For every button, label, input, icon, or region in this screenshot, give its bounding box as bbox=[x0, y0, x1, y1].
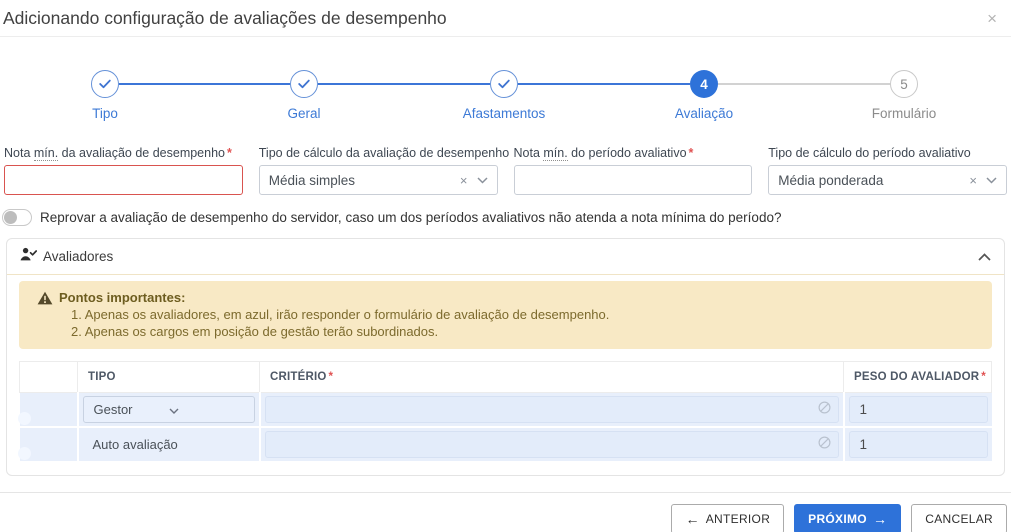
table-row-auto-avaliacao: Auto avaliação 1 bbox=[17, 427, 992, 463]
disabled-icon bbox=[817, 400, 831, 419]
check-circle-icon bbox=[490, 70, 518, 98]
chevron-down-icon[interactable] bbox=[169, 402, 244, 417]
step-avaliacao[interactable]: 4 Avaliação bbox=[619, 70, 789, 121]
table-row-gestor: Gestor 1 bbox=[17, 392, 992, 428]
criterio-input-disabled bbox=[264, 396, 839, 423]
step-label: Tipo bbox=[92, 106, 118, 121]
panel-title: Avaliadores bbox=[43, 249, 114, 264]
criterio-input-disabled bbox=[264, 431, 839, 458]
alert-item: 2. Apenas os cargos em posição de gestão… bbox=[71, 324, 439, 339]
check-circle-icon bbox=[91, 70, 119, 98]
required-asterisk: * bbox=[688, 146, 694, 160]
avaliadores-panel: Avaliadores Pontos importantes: 1. Apena… bbox=[6, 238, 1005, 476]
field-label: Nota mín. do período avaliativo * bbox=[513, 146, 694, 161]
required-asterisk: * bbox=[981, 371, 986, 383]
reprovar-toggle-label: Reprovar a avaliação de desempenho do se… bbox=[40, 210, 782, 225]
field-nota-min-avaliacao: Nota mín. da avaliação de desempenho * bbox=[4, 146, 243, 195]
step-label: Geral bbox=[287, 106, 321, 121]
select-value: Média simples bbox=[268, 172, 356, 188]
step-tipo[interactable]: Tipo bbox=[20, 70, 190, 121]
field-tipo-calculo-periodo: Tipo de cálculo do período avaliativo Mé… bbox=[768, 146, 1007, 195]
modal-header: Adicionando configuração de avaliações d… bbox=[0, 0, 1011, 37]
field-label: Tipo de cálculo da avaliação de desempen… bbox=[258, 146, 510, 160]
header-toggle-column bbox=[19, 361, 78, 393]
avaliadores-panel-header[interactable]: Avaliadores bbox=[7, 239, 1004, 275]
step-geral[interactable]: Geral bbox=[219, 70, 389, 121]
field-nota-min-periodo: Nota mín. do período avaliativo * bbox=[513, 146, 753, 195]
table-header-row: TIPO CRITÉRIO * PESO DO AVALIADOR * bbox=[19, 361, 992, 393]
step-label: Avaliação bbox=[674, 106, 734, 121]
field-tipo-calculo-avaliacao: Tipo de cálculo da avaliação de desempen… bbox=[258, 146, 510, 195]
tipo-avaliador-select[interactable]: Gestor bbox=[82, 396, 255, 423]
cancelar-button[interactable]: CANCELAR bbox=[911, 504, 1007, 532]
check-circle-icon bbox=[290, 70, 318, 98]
tipo-calculo-avaliacao-select[interactable]: Média simples × bbox=[258, 165, 498, 195]
important-points-alert: Pontos importantes: 1. Apenas os avaliad… bbox=[19, 281, 992, 349]
header-peso: PESO DO AVALIADOR * bbox=[843, 361, 992, 393]
user-check-icon bbox=[20, 247, 38, 266]
field-label: Nota mín. da avaliação de desempenho * bbox=[4, 146, 232, 161]
chevron-down-icon[interactable] bbox=[986, 171, 997, 189]
toggle-knob bbox=[17, 446, 31, 460]
step-number: 5 bbox=[890, 70, 918, 98]
nota-min-periodo-input[interactable] bbox=[513, 165, 753, 195]
step-number: 4 bbox=[690, 70, 718, 98]
clear-icon[interactable]: × bbox=[460, 174, 468, 187]
disabled-icon bbox=[817, 435, 831, 454]
step-afastamentos[interactable]: Afastamentos bbox=[419, 70, 589, 121]
page-title: Adicionando configuração de avaliações d… bbox=[3, 8, 447, 28]
step-formulario[interactable]: 5 Formulário bbox=[819, 70, 989, 121]
close-icon[interactable]: × bbox=[987, 10, 997, 27]
step-label: Afastamentos bbox=[462, 106, 546, 121]
proximo-button[interactable]: PRÓXIMO → bbox=[794, 504, 902, 532]
arrow-left-icon: ← bbox=[685, 511, 700, 527]
peso-avaliador-input[interactable]: 1 bbox=[848, 396, 988, 423]
toggle-knob bbox=[4, 211, 17, 224]
field-label: Tipo de cálculo do período avaliativo bbox=[768, 146, 971, 160]
warning-icon bbox=[37, 291, 53, 310]
required-asterisk: * bbox=[328, 371, 334, 383]
reprovar-toggle[interactable] bbox=[2, 209, 32, 226]
select-value: Média ponderada bbox=[778, 172, 884, 188]
clear-icon[interactable]: × bbox=[969, 174, 977, 187]
modal-add-evaluation-config: Adicionando configuração de avaliações d… bbox=[0, 0, 1011, 532]
header-tipo: TIPO bbox=[77, 361, 260, 393]
nota-min-avaliacao-input[interactable] bbox=[4, 165, 243, 195]
tipo-calculo-periodo-select[interactable]: Média ponderada × bbox=[768, 165, 1007, 195]
peso-avaliador-input[interactable]: 1 bbox=[848, 431, 988, 458]
reprovar-toggle-row: Reprovar a avaliação de desempenho do se… bbox=[0, 209, 1011, 226]
chevron-up-icon[interactable] bbox=[978, 248, 991, 266]
anterior-button[interactable]: ← ANTERIOR bbox=[671, 504, 785, 532]
alert-content: Pontos importantes: 1. Apenas os avaliad… bbox=[59, 289, 609, 340]
toggle-knob bbox=[17, 411, 31, 425]
avaliadores-table: TIPO CRITÉRIO * PESO DO AVALIADOR * Gestor bbox=[17, 361, 992, 463]
alert-title: Pontos importantes: bbox=[59, 290, 186, 305]
required-asterisk: * bbox=[227, 146, 232, 160]
header-criterio: CRITÉRIO * bbox=[259, 361, 844, 393]
modal-footer: ← ANTERIOR PRÓXIMO → CANCELAR bbox=[0, 492, 1011, 532]
step-label: Formulário bbox=[871, 106, 937, 121]
evaluation-form-row: Nota mín. da avaliação de desempenho * Ti… bbox=[0, 146, 1011, 195]
tipo-avaliador-label: Auto avaliação bbox=[92, 436, 178, 452]
chevron-down-icon[interactable] bbox=[476, 171, 488, 189]
stepper: Tipo Geral Afastamentos 4 Avaliação 5 Fo… bbox=[0, 37, 1011, 129]
alert-item: 1. Apenas os avaliadores, em azul, irão … bbox=[71, 307, 610, 322]
arrow-right-icon: → bbox=[872, 511, 888, 527]
